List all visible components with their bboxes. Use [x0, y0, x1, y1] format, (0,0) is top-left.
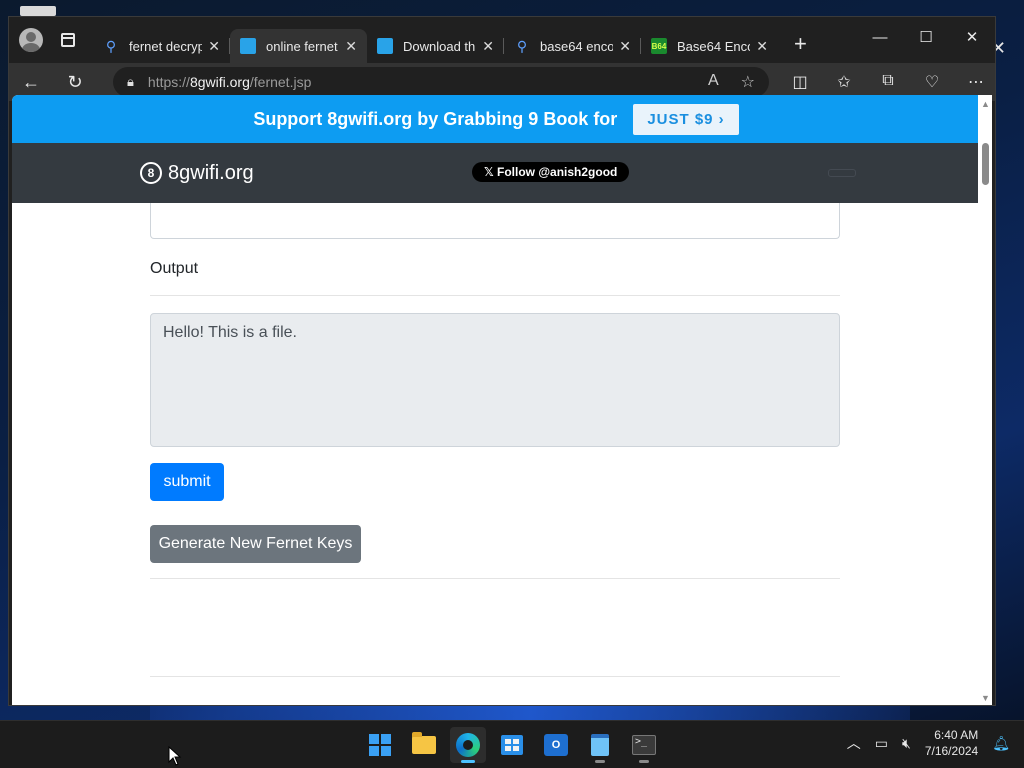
scroll-up-icon[interactable]: ▲ — [981, 99, 990, 109]
new-tab-icon[interactable]: + — [794, 31, 807, 57]
split-screen-icon[interactable]: ◫ — [789, 72, 811, 92]
close-window-icon[interactable]: ✕ — [949, 17, 995, 57]
search-icon: ⚲ — [105, 37, 117, 54]
tab-download[interactable]: Download thi ✕ — [367, 29, 504, 63]
brand-logo-icon: 8 — [140, 162, 162, 184]
address-bar[interactable]: 🔒︎ https:// 8gwifi.org /fernet.jsp A ☆ — [113, 67, 769, 97]
scroll-thumb[interactable] — [982, 143, 989, 185]
promo-text: Support 8gwifi.org by Grabbing 9 Book fo… — [253, 108, 618, 129]
tab-title: base64 encod — [540, 38, 614, 54]
promo-cta-button[interactable]: JUST $9 › — [633, 103, 739, 135]
site-favicon-icon — [240, 38, 256, 54]
network-icon[interactable]: ▭ — [875, 735, 888, 752]
divider — [150, 295, 840, 296]
tab-title: Download thi — [403, 38, 477, 54]
b64-favicon-icon: B64 — [651, 38, 667, 54]
promo-cta-label: JUST $9 — [647, 110, 714, 128]
generate-keys-button[interactable]: Generate New Fernet Keys — [150, 525, 361, 563]
tab-online-fernet[interactable]: online fernet ✕ — [230, 29, 367, 63]
back-icon[interactable]: ← — [9, 72, 53, 93]
desktop-icon — [20, 6, 56, 16]
close-icon[interactable]: ✕ — [208, 38, 220, 55]
divider — [150, 676, 840, 677]
folder-icon — [412, 732, 436, 754]
window-controls: — ☐ ✕ — [857, 17, 995, 57]
navbar-toggler[interactable] — [828, 169, 856, 177]
maximize-icon[interactable]: ☐ — [903, 17, 949, 57]
close-icon[interactable]: ✕ — [619, 38, 631, 55]
taskbar: O >_ ︿ ▭ 🔇︎ 6:40 AM 7/16/2024 🔔︎ — [0, 720, 1024, 768]
terminal-icon: >_ — [632, 735, 656, 755]
edge-taskbar-button[interactable] — [450, 727, 486, 763]
notepad-icon — [591, 734, 609, 756]
close-icon[interactable]: ✕ — [345, 38, 357, 55]
tab-fernet-decrypt[interactable]: ⚲ fernet decryp ✕ — [93, 29, 230, 63]
notification-bell-icon[interactable]: 🔔︎ — [992, 735, 1010, 752]
submit-button[interactable]: submit — [150, 463, 224, 501]
tab-strip: ⚲ fernet decryp ✕ online fernet ✕ Downlo… — [9, 17, 995, 63]
mouse-cursor-icon — [168, 746, 182, 766]
brand-name: 8gwifi.org — [168, 161, 254, 184]
tab-base64-encode[interactable]: B64 Base64 Encod ✕ — [641, 29, 778, 63]
input-textarea[interactable] — [150, 203, 840, 239]
url-prefix: https:// — [147, 74, 190, 90]
outlook-icon: O — [544, 734, 568, 756]
clock-time: 6:40 AM — [934, 728, 979, 742]
edge-icon — [456, 733, 480, 757]
page-scrollbar[interactable]: ▲ ▼ — [978, 95, 992, 705]
profile-avatar-icon[interactable] — [19, 28, 43, 52]
windows-logo-icon — [369, 734, 391, 756]
url-host: 8gwifi.org — [189, 74, 250, 90]
tab-title: fernet decryp — [129, 38, 203, 54]
collections-icon[interactable]: ⧉ — [877, 72, 899, 92]
twitter-follow-button[interactable]: 𝕏 Follow @anish2good — [472, 162, 630, 182]
outlook-button[interactable]: O — [538, 727, 574, 763]
search-icon: ⚲ — [516, 37, 528, 54]
page-viewport: Support 8gwifi.org by Grabbing 9 Book fo… — [12, 95, 980, 705]
favorites-icon[interactable]: ✩ — [833, 72, 855, 92]
store-icon — [501, 735, 523, 755]
tab-title: Base64 Encod — [677, 38, 750, 54]
clock-date: 7/16/2024 — [924, 744, 979, 758]
scroll-down-icon[interactable]: ▼ — [981, 693, 990, 703]
read-aloud-icon[interactable]: A — [708, 72, 719, 92]
divider — [150, 578, 840, 579]
follow-label: Follow @anish2good — [497, 165, 618, 179]
taskbar-apps: O >_ — [362, 727, 662, 763]
browser-window: ⚲ fernet decryp ✕ online fernet ✕ Downlo… — [8, 16, 996, 706]
close-icon[interactable]: ✕ — [482, 38, 494, 55]
notepad-button[interactable] — [582, 727, 618, 763]
favorite-star-icon[interactable]: ☆ — [741, 72, 755, 92]
site-navbar: 8 8gwifi.org 𝕏 Follow @anish2good — [12, 143, 980, 203]
output-label: Output — [150, 260, 199, 277]
more-menu-icon[interactable]: ⋯ — [965, 72, 987, 92]
output-textarea[interactable]: Hello! This is a file. — [150, 313, 840, 447]
store-button[interactable] — [494, 727, 530, 763]
tab-title: online fernet — [266, 38, 338, 54]
refresh-icon[interactable]: ↻ — [53, 72, 97, 93]
site-brand[interactable]: 8 8gwifi.org — [140, 162, 254, 185]
site-favicon-icon — [377, 38, 393, 54]
browser-essentials-icon[interactable]: ♡ — [921, 72, 943, 92]
promo-banner: Support 8gwifi.org by Grabbing 9 Book fo… — [12, 95, 980, 143]
tab-actions-icon[interactable] — [61, 33, 75, 47]
lock-icon[interactable]: 🔒︎ — [127, 74, 134, 90]
clock[interactable]: 6:40 AM 7/16/2024 — [925, 727, 978, 759]
chevron-up-icon[interactable]: ︿ — [847, 733, 861, 753]
close-icon[interactable]: ✕ — [756, 38, 768, 55]
start-button[interactable] — [362, 727, 398, 763]
file-explorer-button[interactable] — [406, 727, 442, 763]
volume-muted-icon[interactable]: 🔇︎ — [902, 735, 911, 752]
terminal-button[interactable]: >_ — [626, 727, 662, 763]
system-tray: ︿ ▭ 🔇︎ 6:40 AM 7/16/2024 🔔︎ — [847, 727, 1010, 759]
minimize-icon[interactable]: — — [857, 17, 903, 57]
tab-base64-search[interactable]: ⚲ base64 encod ✕ — [504, 29, 641, 63]
url-path: /fernet.jsp — [249, 74, 312, 90]
